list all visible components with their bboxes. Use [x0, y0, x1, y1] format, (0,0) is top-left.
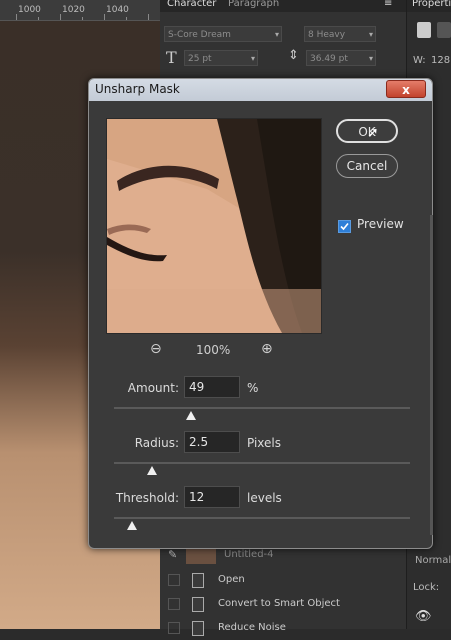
zoom-in-icon[interactable]: ⊕ — [261, 341, 273, 357]
checkmark-icon — [340, 222, 349, 231]
font-family-select[interactable]: S-Core Dream ▾ — [164, 26, 282, 42]
history-label: Open — [218, 574, 245, 585]
history-checkbox[interactable] — [168, 598, 180, 610]
radius-label: Radius: — [134, 436, 179, 450]
ruler-tick — [126, 17, 127, 20]
close-icon: x — [402, 83, 410, 97]
ruler-tick — [82, 17, 83, 20]
ruler-label: 1000 — [18, 5, 41, 15]
preview-checkbox[interactable] — [338, 220, 351, 233]
ruler-tick — [148, 14, 149, 20]
history-label: Convert to Smart Object — [218, 598, 340, 609]
font-size-value: 25 pt — [188, 54, 212, 64]
font-size-field[interactable]: 25 pt ▾ — [184, 50, 258, 66]
cancel-label: Cancel — [346, 159, 388, 173]
leading-value: 36.49 pt — [310, 54, 348, 64]
amount-slider-thumb[interactable] — [185, 411, 196, 420]
leading-icon: ⇕ — [288, 48, 299, 63]
chevron-down-icon: ▾ — [368, 30, 373, 39]
panel-scrollbar[interactable] — [430, 215, 433, 535]
font-size-icon: T — [166, 48, 177, 67]
zoom-value: 100% — [196, 343, 231, 357]
unsharp-mask-dialog: Unsharp Mask x OK ➚ Cancel Preview ⊖ 100… — [88, 78, 433, 549]
chevron-down-icon: ▾ — [368, 54, 373, 63]
ruler-tick — [60, 14, 61, 20]
history-checkbox[interactable] — [168, 574, 180, 586]
radius-input[interactable]: 2.5 — [184, 431, 240, 453]
properties-tab-bar: Properties — [407, 0, 451, 12]
threshold-input[interactable]: 12 — [184, 486, 240, 508]
document-icon — [192, 573, 204, 588]
panel-menu-icon[interactable]: ≡ — [384, 0, 392, 9]
ruler-tick — [104, 14, 105, 20]
threshold-unit: levels — [247, 491, 282, 505]
threshold-label: Threshold: — [115, 491, 179, 505]
tab-character[interactable]: Character — [167, 0, 216, 9]
font-family-value: S-Core Dream — [168, 30, 231, 40]
close-button[interactable]: x — [386, 80, 426, 98]
threshold-value: 12 — [189, 490, 205, 504]
history-item[interactable]: Open — [160, 568, 406, 592]
threshold-slider-thumb[interactable] — [126, 521, 137, 530]
ruler-label: 1020 — [62, 5, 85, 15]
lock-label: Lock: — [413, 582, 440, 593]
document-icon — [192, 597, 204, 612]
w-label: W: — [413, 55, 426, 66]
dialog-body: OK ➚ Cancel Preview ⊖ 100% ⊕ Amount: 49 … — [89, 101, 432, 548]
radius-slider-thumb[interactable] — [147, 466, 158, 475]
ruler-tick — [38, 17, 39, 20]
layers-icon[interactable] — [437, 22, 451, 38]
dialog-title: Unsharp Mask — [95, 82, 180, 96]
filter-preview-image[interactable] — [106, 118, 322, 334]
amount-input[interactable]: 49 — [184, 376, 240, 398]
radius-slider-track[interactable] — [114, 462, 410, 464]
radius-value: 2.5 — [189, 435, 209, 449]
preview-label[interactable]: Preview — [357, 217, 404, 231]
history-item[interactable]: Reduce Noise — [160, 616, 406, 640]
amount-value: 49 — [189, 380, 205, 394]
history-checkbox[interactable] — [168, 622, 180, 634]
tab-properties[interactable]: Properties — [412, 0, 451, 9]
leading-field[interactable]: 36.49 pt ▾ — [306, 50, 376, 66]
dialog-titlebar[interactable]: Unsharp Mask x — [89, 79, 432, 101]
font-weight-value: 8 Heavy — [308, 30, 346, 40]
amount-label: Amount: — [127, 381, 179, 395]
panel-tab-bar: Character Paragraph ≡ — [160, 0, 406, 12]
document-icon[interactable] — [417, 22, 431, 38]
blend-mode-select[interactable]: Normal — [415, 555, 451, 566]
tab-paragraph[interactable]: Paragraph — [228, 0, 279, 9]
ruler-tick — [16, 14, 17, 20]
chevron-down-icon: ▾ — [274, 30, 279, 39]
chevron-down-icon: ▾ — [250, 54, 255, 63]
cancel-button[interactable]: Cancel — [336, 154, 398, 178]
amount-slider-track[interactable] — [114, 407, 410, 409]
w-value[interactable]: 128 — [431, 55, 450, 66]
amount-unit: % — [247, 381, 259, 395]
horizontal-ruler: 1000 1020 1040 — [0, 0, 160, 21]
radius-unit: Pixels — [247, 436, 282, 450]
eye-icon[interactable]: 👁 — [415, 609, 432, 624]
history-label: Reduce Noise — [218, 622, 286, 633]
ruler-label: 1040 — [106, 5, 129, 15]
preview-artwork — [107, 119, 321, 333]
zoom-out-icon[interactable]: ⊖ — [150, 341, 162, 357]
mouse-cursor-icon: ➚ — [367, 125, 379, 141]
history-item[interactable]: Convert to Smart Object — [160, 592, 406, 616]
font-weight-select[interactable]: 8 Heavy ▾ — [304, 26, 376, 42]
threshold-slider-track[interactable] — [114, 517, 410, 519]
